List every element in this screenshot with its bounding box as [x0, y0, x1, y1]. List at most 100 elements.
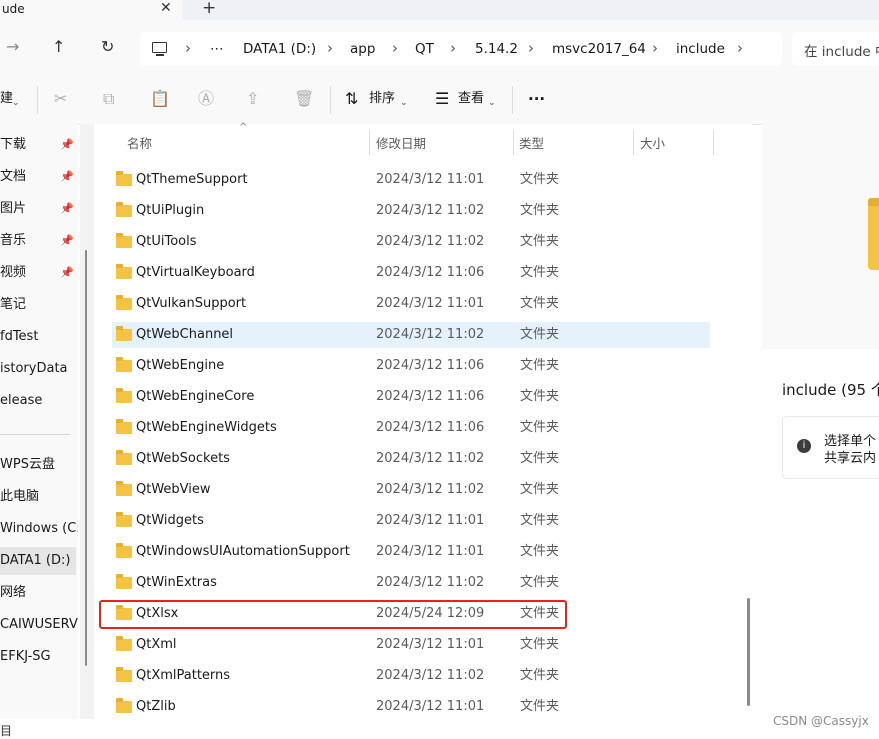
up-arrow-icon[interactable]: ↑: [52, 37, 65, 57]
chevron-down-icon[interactable]: ⌄: [12, 93, 20, 113]
chevron-down-icon[interactable]: ⌄: [400, 93, 408, 113]
sidebar-item-historydata[interactable]: istoryData: [0, 355, 76, 383]
pin-icon[interactable]: 📌: [60, 259, 74, 287]
chevron-right-icon[interactable]: ›: [450, 38, 456, 58]
file-list-scrollbar[interactable]: [747, 598, 750, 706]
file-row[interactable]: QtUiTools 2024/3/12 11:02 文件夹: [112, 229, 710, 255]
pin-icon[interactable]: 📌: [60, 163, 74, 191]
sort-icon[interactable]: ⇅: [345, 89, 358, 109]
pin-icon[interactable]: 📌: [60, 195, 74, 223]
file-name: QtWebSockets: [136, 451, 230, 466]
column-header-type[interactable]: 类型: [519, 136, 544, 152]
rename-icon[interactable]: Ⓐ: [198, 89, 214, 109]
file-row[interactable]: QtVirtualKeyboard 2024/3/12 11:06 文件夹: [112, 260, 710, 286]
file-name: QtWebChannel: [136, 327, 234, 342]
sidebar-item-pictures[interactable]: 图片 📌: [0, 195, 76, 223]
file-row[interactable]: QtVulkanSupport 2024/3/12 11:01 文件夹: [112, 291, 710, 317]
folder-icon: [116, 264, 132, 279]
delete-icon[interactable]: 🗑: [294, 89, 314, 109]
sidebar-item-wps-cloud[interactable]: WPS云盘: [0, 451, 76, 479]
file-row[interactable]: QtWebSockets 2024/3/12 11:02 文件夹: [112, 446, 710, 472]
pin-icon[interactable]: 📌: [60, 131, 74, 159]
sidebar-item-network[interactable]: 网络: [0, 579, 76, 607]
breadcrumb-msvc[interactable]: msvc2017_64: [552, 40, 646, 58]
close-icon[interactable]: ✕: [160, 0, 172, 17]
column-header-name[interactable]: 名称: [127, 136, 152, 152]
sidebar-scroll-track[interactable]: [80, 124, 94, 719]
sidebar-item-this-pc[interactable]: 此电脑: [0, 483, 76, 511]
file-row[interactable]: QtThemeSupport 2024/3/12 11:01 文件夹: [112, 167, 710, 193]
sidebar-item-documents[interactable]: 文档 📌: [0, 163, 76, 191]
view-icon[interactable]: ☰: [435, 89, 449, 109]
column-divider[interactable]: [633, 130, 634, 156]
computer-icon[interactable]: [152, 42, 167, 53]
file-row[interactable]: QtWebEngineCore 2024/3/12 11:06 文件夹: [112, 384, 710, 410]
more-options-button[interactable]: ···: [528, 89, 545, 109]
pin-icon[interactable]: 📌: [60, 227, 74, 255]
file-name: QtWinExtras: [136, 575, 217, 590]
file-modified-date: 2024/3/12 11:02: [376, 234, 485, 249]
paste-icon[interactable]: 📋: [150, 89, 170, 109]
breadcrumb-drive[interactable]: DATA1 (D:): [243, 40, 316, 58]
folder-icon: [116, 636, 132, 651]
sidebar-item-fdtest[interactable]: fdTest: [0, 323, 76, 351]
sidebar-item-downloads[interactable]: 下载 📌: [0, 131, 76, 159]
sidebar-item-caiwuserve[interactable]: CAIWUSERVE: [0, 611, 78, 639]
sidebar-item-notes[interactable]: 笔记: [0, 291, 76, 319]
column-divider[interactable]: [513, 130, 514, 156]
new-tab-button[interactable]: +: [202, 0, 216, 18]
file-row[interactable]: QtUiPlugin 2024/3/12 11:02 文件夹: [112, 198, 710, 224]
sidebar-scrollbar[interactable]: [85, 250, 87, 666]
breadcrumb-include[interactable]: include: [676, 40, 725, 58]
search-input[interactable]: 在 include 中: [792, 32, 879, 66]
file-type: 文件夹: [520, 668, 560, 683]
folder-icon: [116, 357, 132, 372]
breadcrumb-version[interactable]: 5.14.2: [475, 40, 518, 58]
toolbar-divider: [37, 86, 38, 114]
breadcrumb-more[interactable]: ⋯: [210, 40, 224, 58]
sidebar-item-release[interactable]: elease: [0, 387, 76, 415]
file-row[interactable]: QtXmlPatterns 2024/3/12 11:02 文件夹: [112, 663, 710, 689]
sidebar-item-efkj-sg[interactable]: EFKJ-SG: [0, 643, 76, 671]
file-name: QtUiTools: [136, 234, 197, 249]
copy-icon[interactable]: ⧉: [103, 89, 114, 109]
file-row[interactable]: QtWinExtras 2024/3/12 11:02 文件夹: [112, 570, 710, 596]
file-row[interactable]: QtXml 2024/3/12 11:01 文件夹: [112, 632, 710, 658]
chevron-right-icon[interactable]: ›: [652, 38, 658, 58]
file-row[interactable]: QtWindowsUIAutomationSupport 2024/3/12 11…: [112, 539, 710, 565]
file-row[interactable]: QtWebEngine 2024/3/12 11:06 文件夹: [112, 353, 710, 379]
cut-icon[interactable]: ✂: [54, 89, 67, 109]
command-toolbar: 建 ⌄ ✂ ⧉ 📋 Ⓐ ⇪ 🗑 ⇅ 排序 ⌄ ☰ 查看 ⌄ ···: [0, 76, 879, 125]
sort-button[interactable]: 排序: [369, 89, 395, 109]
column-header-size[interactable]: 大小: [640, 136, 665, 152]
folder-icon: [116, 233, 132, 248]
sidebar-item-data1-d[interactable]: DATA1 (D:): [0, 547, 76, 575]
column-header-date[interactable]: 修改日期: [376, 136, 426, 152]
share-icon[interactable]: ⇪: [246, 89, 259, 109]
chevron-right-icon[interactable]: ›: [528, 38, 534, 58]
file-type: 文件夹: [520, 172, 560, 187]
status-bar-text: 目: [0, 724, 13, 738]
forward-arrow-icon[interactable]: →: [6, 37, 19, 57]
chevron-down-icon[interactable]: ⌄: [488, 93, 496, 113]
column-divider[interactable]: [369, 130, 370, 156]
chevron-right-icon[interactable]: ›: [392, 38, 398, 58]
sidebar-item-windows-c[interactable]: Windows (C:): [0, 515, 78, 543]
breadcrumb-qt[interactable]: QT: [415, 40, 434, 58]
sidebar-item-videos[interactable]: 视频 📌: [0, 259, 76, 287]
file-row[interactable]: QtWebEngineWidgets 2024/3/12 11:06 文件夹: [112, 415, 710, 441]
chevron-right-icon[interactable]: ›: [737, 38, 743, 58]
refresh-icon[interactable]: ↻: [101, 37, 114, 57]
file-row[interactable]: QtWebView 2024/3/12 11:02 文件夹: [112, 477, 710, 503]
file-row[interactable]: QtZlib 2024/3/12 11:01 文件夹: [112, 694, 710, 720]
file-name: QtWebEngineCore: [136, 389, 255, 404]
tab-include[interactable]: ude ✕: [0, 0, 182, 20]
address-bar[interactable]: › ⋯ DATA1 (D:) › app › QT › 5.14.2 › msv…: [140, 32, 782, 66]
file-row[interactable]: QtWebChannel 2024/3/12 11:02 文件夹: [112, 322, 710, 348]
column-divider[interactable]: [713, 130, 714, 156]
view-button[interactable]: 查看: [458, 89, 484, 109]
chevron-right-icon[interactable]: ›: [327, 38, 333, 58]
sidebar-item-music[interactable]: 音乐 📌: [0, 227, 76, 255]
breadcrumb-app[interactable]: app: [350, 40, 375, 58]
file-row[interactable]: QtWidgets 2024/3/12 11:01 文件夹: [112, 508, 710, 534]
